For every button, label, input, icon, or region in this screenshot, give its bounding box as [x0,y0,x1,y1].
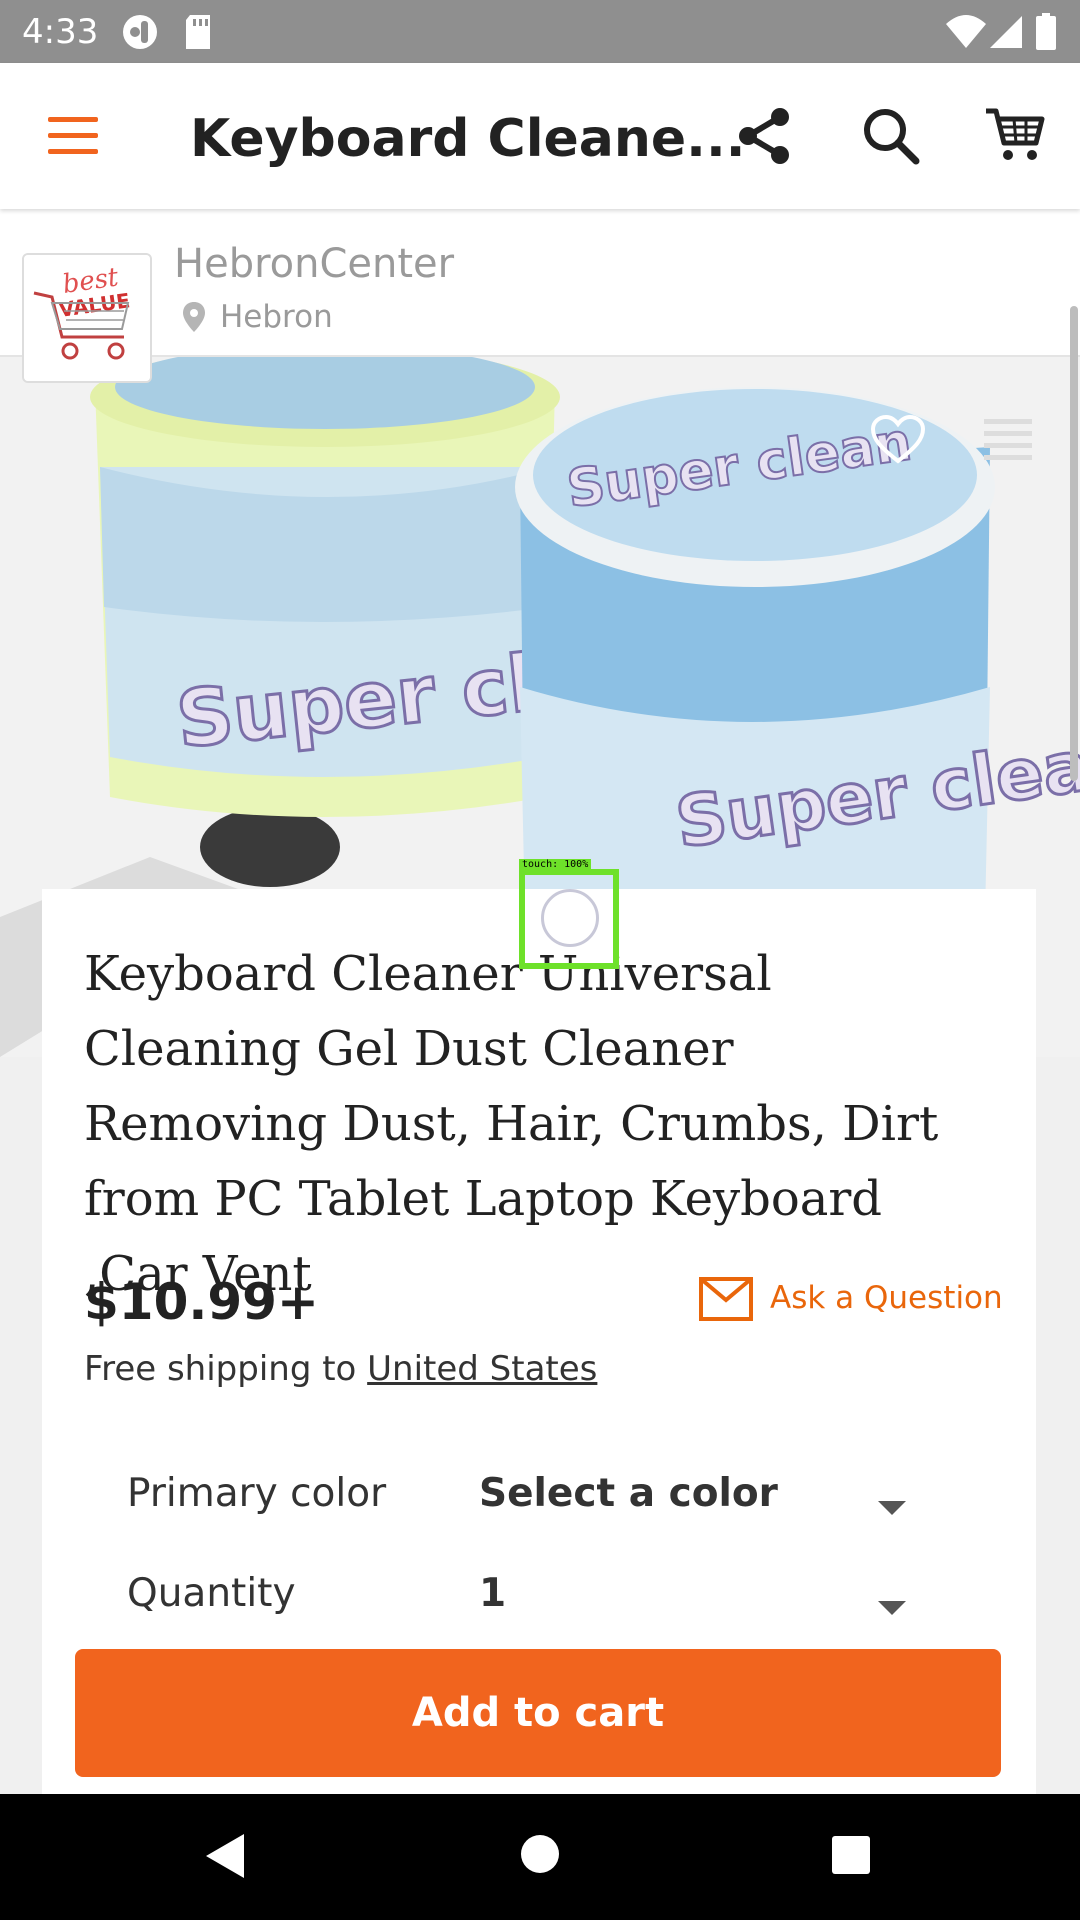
signal-icon [990,16,1022,48]
list-icon[interactable] [984,417,1032,461]
touch-indicator-label: touch: 100% [519,859,592,871]
shipping-prefix: Free shipping to [84,1349,368,1389]
hamburger-menu-icon[interactable] [48,115,98,157]
shop-location: Hebron [220,299,333,335]
incognito-icon [123,15,157,49]
wifi-icon [946,15,986,48]
shop-logo[interactable]: best VALUE [22,253,152,383]
touch-indicator [519,869,619,969]
home-icon[interactable] [519,1833,561,1875]
shipping-info: Free shipping to United States [84,1349,597,1389]
system-nav-bar [0,1794,1080,1920]
shop-logo-image: best VALUE [24,255,150,381]
back-icon[interactable] [204,1832,246,1880]
product-details-card: Keyboard Cleaner Universal Cleaning Gel … [42,889,1036,1794]
quantity-select[interactable]: 1 [479,1571,506,1616]
shipping-destination-link[interactable]: United States [367,1349,597,1389]
shop-header[interactable]: HebronCenter Hebron [0,209,1080,357]
scrollbar-thumb[interactable] [1070,306,1078,781]
shopping-cart-icon[interactable] [984,105,1046,165]
sd-card-icon [186,15,210,49]
ask-question-label: Ask a Question [770,1280,1003,1316]
recents-icon[interactable] [830,1834,872,1876]
product-scroll-area[interactable]: HebronCenter Hebron best VALUE Super cle… [0,209,1080,1794]
primary-color-select[interactable]: Select a color [479,1471,778,1516]
page-title: Keyboard Cleane... [190,109,746,169]
map-pin-icon [183,302,205,332]
heart-icon[interactable] [870,415,926,465]
shop-name[interactable]: HebronCenter [174,241,454,287]
app-bar: Keyboard Cleane... [0,63,1080,209]
status-time: 4:33 [22,12,99,52]
touch-point [541,889,599,947]
product-price: $10.99+ [84,1273,319,1331]
chevron-down-icon[interactable] [878,1601,906,1615]
add-to-cart-button[interactable]: Add to cart [75,1649,1001,1777]
battery-icon [1036,13,1056,50]
envelope-icon [699,1277,753,1321]
primary-color-label: Primary color [127,1471,387,1516]
chevron-down-icon[interactable] [878,1501,906,1515]
search-icon[interactable] [862,107,920,165]
ask-question-button[interactable]: Ask a Question [698,1274,1003,1326]
quantity-label: Quantity [127,1571,296,1616]
status-bar: 4:33 [0,0,1080,63]
share-icon[interactable] [736,107,792,165]
product-title: Keyboard Cleaner Universal Cleaning Gel … [84,946,939,1302]
